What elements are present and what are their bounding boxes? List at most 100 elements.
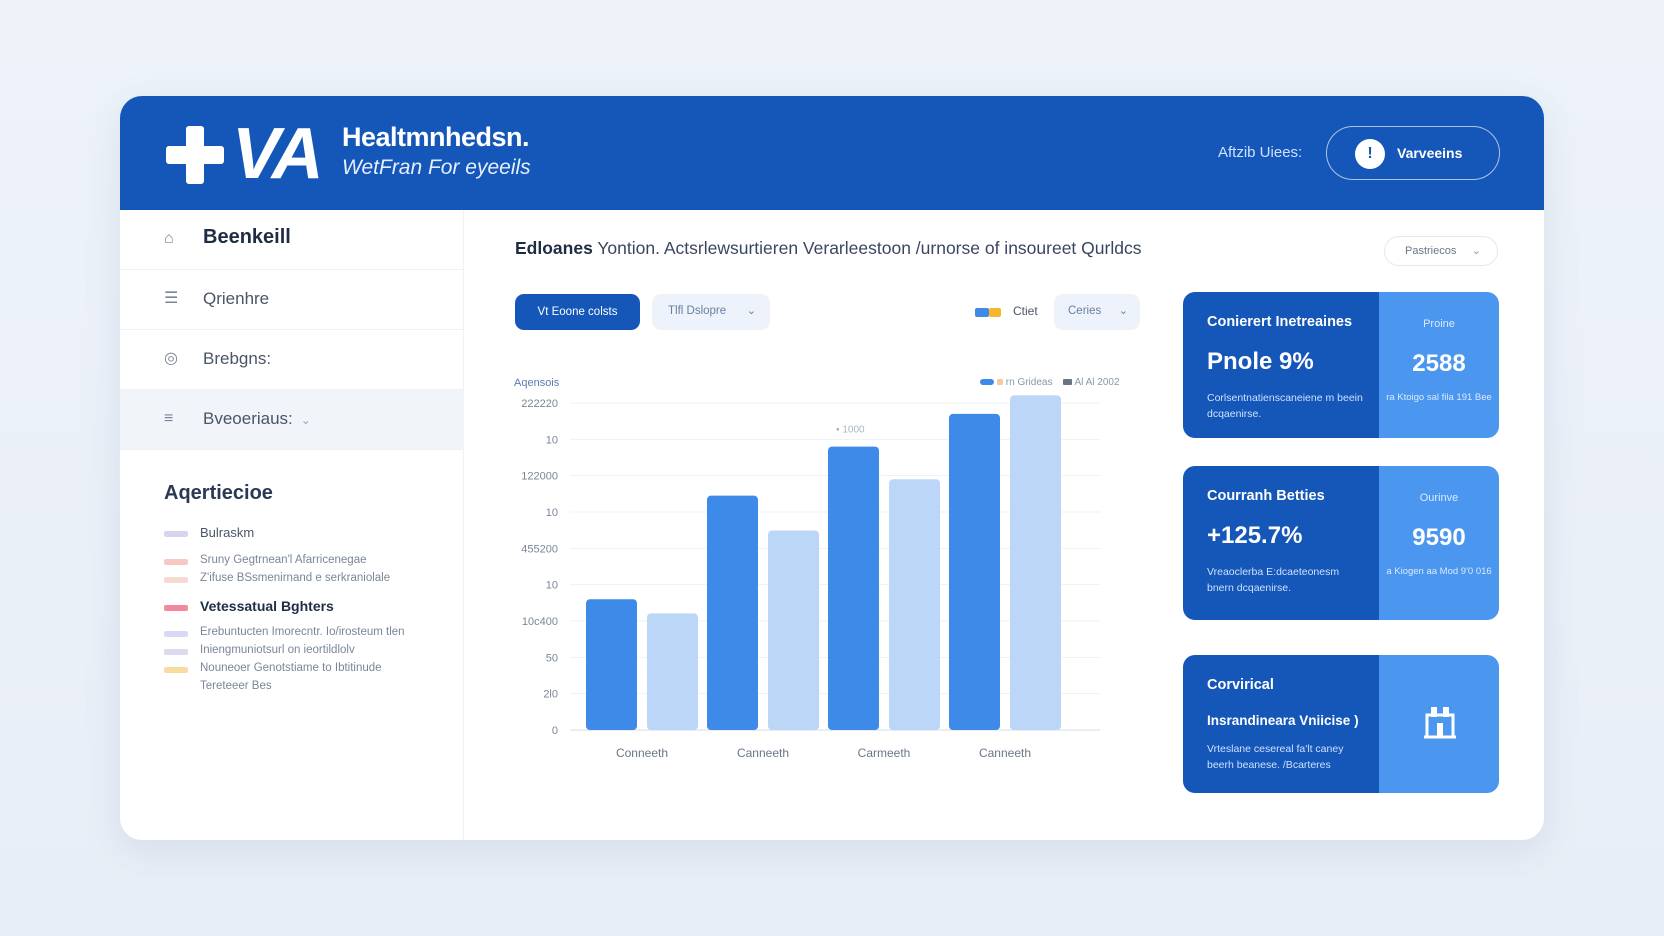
dashboard-card: VA Healtmnhedsn. WetFran For eyeeils Aft… xyxy=(120,96,1544,840)
kpi-card[interactable]: Conierert Inetreaines Pnole 9% Corlsentn… xyxy=(1183,292,1499,438)
kpi-side-title: Ourinve xyxy=(1419,492,1459,504)
legend-swatch xyxy=(997,379,1003,386)
sidebar-item-label: Qrienhre xyxy=(203,289,270,308)
period-dropdown[interactable]: Pastriecos ⌄ xyxy=(1384,236,1498,266)
chart-legend-label: Al Al 2002 xyxy=(1074,377,1120,388)
sidebar-item-brebgns[interactable]: ◎ Brebgns: xyxy=(120,330,464,390)
y-tick-label: 10 xyxy=(546,507,558,519)
kpi-description: Corlsentnatienscaneiene m beein dcqaenir… xyxy=(1207,392,1363,420)
user-label: Aftzib Uiees: xyxy=(1218,144,1303,161)
chevron-down-icon: ⌄ xyxy=(300,413,311,427)
brand-subtitle: WetFran For eyeeils xyxy=(342,156,531,179)
bar[interactable] xyxy=(647,613,698,730)
y-tick-label: 2l0 xyxy=(543,689,558,701)
legend-label: Z'ifuse BSsmenirnand e serkraniolale xyxy=(200,572,391,584)
legend-label: Vetessatual Bghters xyxy=(200,598,334,614)
legend-label: Nouneoer Genotstiame to Ibtitinude xyxy=(200,662,382,674)
kpi-card[interactable]: Corvirical Insrandineara Vniicise ) Vrte… xyxy=(1183,655,1499,793)
kpi-card[interactable]: Courranh Betties +125.7% Vreaoclerba E:d… xyxy=(1183,466,1499,620)
page-title: Edloanes Yontion. Actsrlewsurtieren Vera… xyxy=(515,238,1141,259)
series-select-label: Ceries xyxy=(1068,305,1102,317)
medical-cross-icon xyxy=(166,126,224,184)
brand-title: Healtmnhedsn. xyxy=(342,122,530,152)
legend-swatch-yellow xyxy=(989,308,1001,317)
bar[interactable] xyxy=(889,479,940,730)
y-tick-label: 222220 xyxy=(521,398,558,410)
bar[interactable] xyxy=(949,413,1000,730)
y-tick-label: 50 xyxy=(546,652,558,664)
bar[interactable] xyxy=(1010,395,1061,730)
kpi-side-description: ra Ktoigo sal fila 191 Bee xyxy=(1386,392,1492,403)
legend-swatch xyxy=(164,631,188,637)
series-select[interactable]: Ceries ⌄ xyxy=(1054,294,1140,330)
legend-swatch xyxy=(164,649,188,655)
legend-swatch xyxy=(1063,379,1073,386)
y-tick-label: 0 xyxy=(552,725,558,737)
kpi-description: Vrteslane cesereal fa'lt caney beerh bea… xyxy=(1207,743,1344,771)
kpi-title: Conierert Inetreaines xyxy=(1207,314,1353,330)
y-tick-label: 10 xyxy=(546,434,558,446)
legend-swatch xyxy=(980,379,994,386)
kpi-side-value: 9590 xyxy=(1412,524,1466,551)
kpi-side-description: a Kiogen aa Mod 9'0 016 xyxy=(1386,566,1492,577)
kpi-subtitle: Insrandineara Vniicise ) xyxy=(1207,713,1359,728)
kpi-title: Corvirical xyxy=(1207,677,1274,693)
kpi-side-title: Proine xyxy=(1423,318,1455,330)
bar[interactable] xyxy=(828,446,879,730)
kpi-title: Courranh Betties xyxy=(1207,488,1325,504)
chevron-down-icon: ⌄ xyxy=(746,305,756,317)
user-button[interactable]: ! Varveeins xyxy=(1326,126,1500,180)
user-button-label: Varveeins xyxy=(1397,145,1463,161)
bar[interactable] xyxy=(707,495,758,730)
stack-icon: ☰ xyxy=(164,290,179,307)
chart-legend-label: rn Grideas xyxy=(1005,377,1053,388)
chart-legend: rn Grideas Al Al 2002 xyxy=(980,377,1120,391)
chevron-down-icon: ⌄ xyxy=(1471,245,1481,257)
bar-chart: 0 2l0 50 10c400 10 455200 10 122000 10 222220 Conn… xyxy=(521,395,1100,760)
section-title: Aqertiecioe xyxy=(164,482,273,504)
y-tick-label: 455200 xyxy=(521,543,558,555)
legend-swatch xyxy=(164,531,188,537)
y-tick-label: 122000 xyxy=(521,471,558,483)
kpi-description: Vreaoclerba E:dcaeteonesm bnern dcqaenir… xyxy=(1207,566,1340,594)
legend-swatch xyxy=(164,559,188,565)
x-tick-label: Conneeth xyxy=(616,746,668,760)
gauge-icon: ◎ xyxy=(164,350,178,367)
x-tick-label: Canneeth xyxy=(737,746,789,760)
kpi-value: Pnole 9% xyxy=(1207,348,1314,375)
page-title-rest: Yontion. Actsrlewsurtieren Verarleestoon… xyxy=(592,238,1142,258)
bar[interactable] xyxy=(768,530,819,730)
toolbar-legend-label: Ctiet xyxy=(1013,304,1038,318)
page-title-bold: Edloanes xyxy=(515,238,593,258)
legend-swatch xyxy=(164,577,188,583)
filter-select-label: Tlfl Dslopre xyxy=(668,305,727,317)
kpi-side-value: 2588 xyxy=(1412,350,1466,377)
period-dropdown-label: Pastriecos xyxy=(1405,245,1457,257)
legend-swatch-blue xyxy=(975,308,989,317)
sidebar-item-bveoeriaus[interactable]: ≡ Bveoeriaus: ⌄ xyxy=(120,390,464,450)
legend-swatch xyxy=(164,667,188,673)
app-header: VA Healtmnhedsn. WetFran For eyeeils Aft… xyxy=(120,96,1544,210)
logo-text: VA xyxy=(232,114,324,194)
legend-label: Sruny Gegtrnean'l Afarricenegae xyxy=(200,554,367,566)
primary-filter-button[interactable]: Vt Eoone colsts xyxy=(515,294,640,330)
sidebar-item-qrienhre[interactable]: ☰ Qrienhre xyxy=(120,270,464,330)
legend-label: Bulraskm xyxy=(200,525,255,540)
chart-label: Aqensois xyxy=(514,377,560,389)
home-icon: ⌂ xyxy=(164,230,174,247)
sidebar-item-label: Brebgns: xyxy=(203,349,272,368)
sidebar: ⌂ Beenkeill ☰ Qrienhre ◎ Brebgns: ≡ Bveo… xyxy=(120,210,464,840)
sidebar-item-beenkeill[interactable]: ⌂ Beenkeill xyxy=(120,210,464,270)
filter-select[interactable]: Tlfl Dslopre ⌄ xyxy=(652,294,770,330)
bar[interactable] xyxy=(586,599,637,730)
y-tick-label: 10c400 xyxy=(522,616,558,628)
chevron-down-icon: ⌄ xyxy=(1118,305,1128,317)
building-icon xyxy=(1424,707,1456,739)
list-icon: ≡ xyxy=(164,410,174,427)
legend-label: Iniengmuniotsurl on ieortildlolv xyxy=(200,644,355,656)
x-tick-label: Carmeeth xyxy=(858,746,911,760)
chart-annotation: ▪ 1000 xyxy=(836,425,865,436)
legend-swatch xyxy=(164,605,188,611)
legend-label: Erebuntucten Imorecntr. Io/irosteum tlen xyxy=(200,626,405,638)
user-icon: ! xyxy=(1355,139,1385,169)
